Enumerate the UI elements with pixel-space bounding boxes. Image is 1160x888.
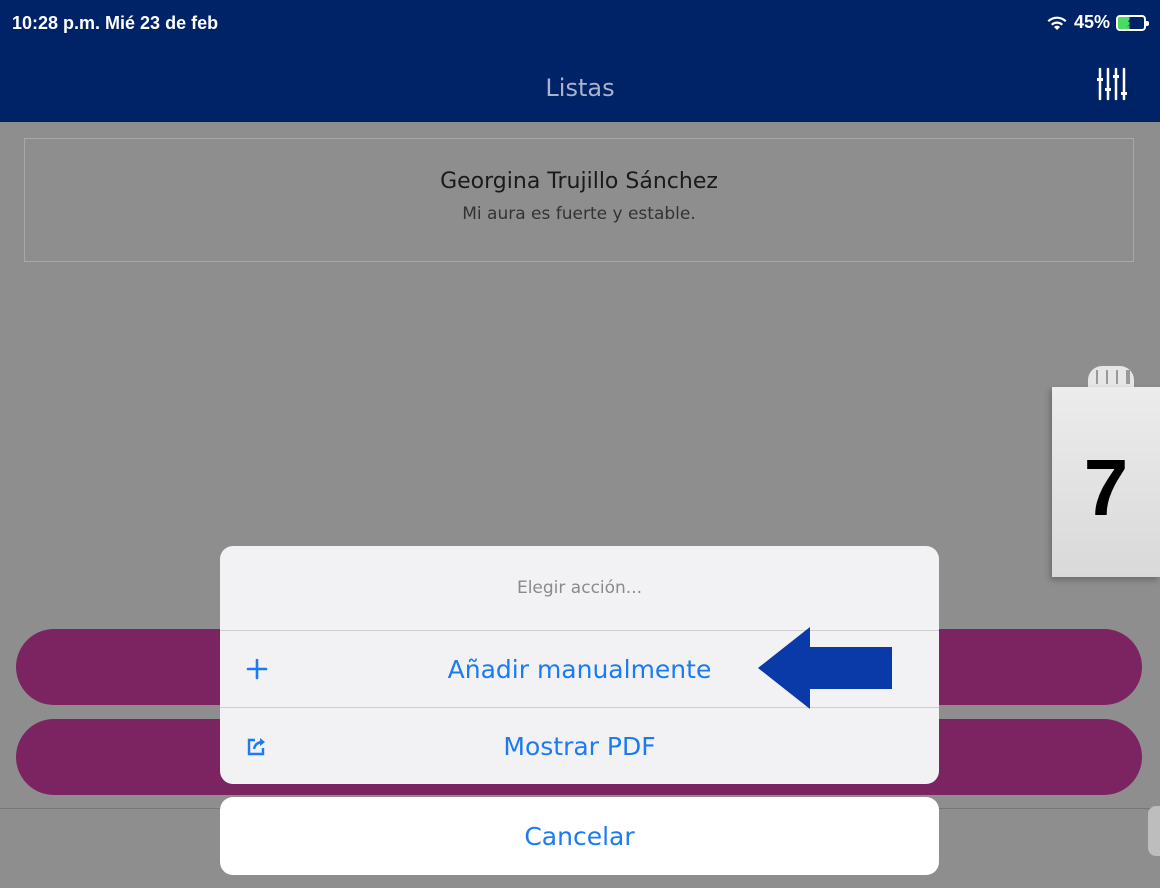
status-indicators: 45% ⚡ bbox=[1046, 12, 1149, 33]
status-time: 10:28 p.m. Mié 23 de feb bbox=[12, 13, 219, 33]
add-manually-label: Añadir manualmente bbox=[447, 654, 712, 684]
step-number: 7 bbox=[1083, 443, 1129, 532]
battery-icon: ⚡ bbox=[1116, 14, 1149, 31]
plus-icon bbox=[246, 658, 268, 680]
step-sign: 7 bbox=[1052, 387, 1160, 577]
pointer-arrow-icon bbox=[758, 627, 892, 709]
profile-name: Georgina Trujillo Sánchez bbox=[440, 169, 718, 194]
share-icon bbox=[247, 738, 265, 756]
action-sheet-title: Elegir acción... bbox=[220, 546, 939, 631]
cancel-button[interactable]: Cancelar bbox=[220, 797, 939, 875]
show-pdf-button[interactable]: Mostrar PDF bbox=[220, 707, 939, 784]
edge-handle bbox=[1148, 806, 1160, 856]
wifi-icon bbox=[1047, 16, 1067, 30]
show-pdf-label: Mostrar PDF bbox=[503, 731, 656, 761]
page-title: Listas bbox=[545, 74, 615, 102]
filters-icon[interactable] bbox=[1094, 66, 1130, 102]
nav-bar: Listas bbox=[0, 46, 1160, 122]
profile-card[interactable]: Georgina Trujillo Sánchez Mi aura es fue… bbox=[24, 138, 1134, 262]
status-bar: 10:28 p.m. Mié 23 de feb 45% ⚡ bbox=[0, 0, 1160, 46]
battery-percent: 45% bbox=[1073, 12, 1110, 32]
profile-subtitle: Mi aura es fuerte y estable. bbox=[462, 204, 696, 224]
